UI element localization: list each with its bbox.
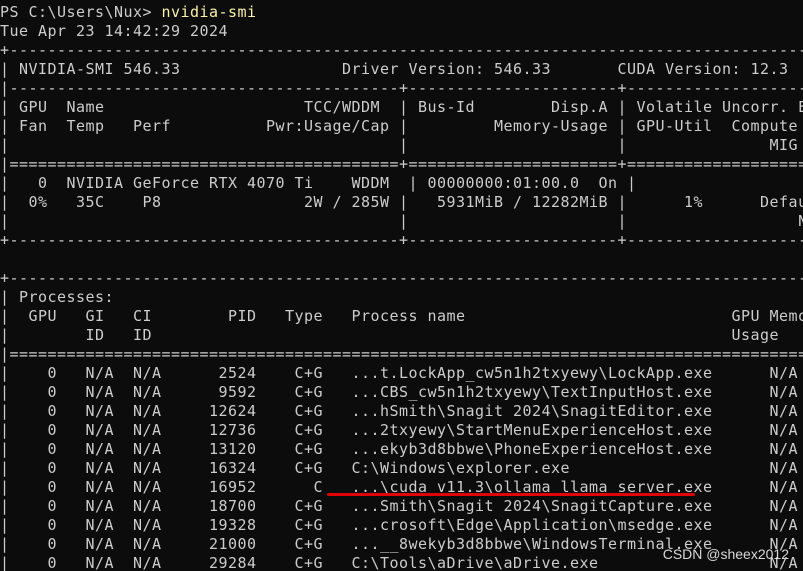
process-table-line: | ID ID Usage | — [0, 326, 803, 344]
gpu-table-line: +---------------------------------------… — [0, 41, 803, 59]
gpu-table-line: +---------------------------------------… — [0, 231, 803, 249]
gpu-table-line: | 0 NVIDIA GeForce RTX 4070 Ti WDDM | 00… — [0, 174, 803, 192]
timestamp-line: Tue Apr 23 14:42:29 2024 — [0, 22, 229, 40]
prompt-prefix: PS C:\Users\Nux> — [0, 3, 162, 21]
process-table-line: |=======================================… — [0, 345, 803, 363]
process-table-line: +---------------------------------------… — [0, 269, 803, 287]
prompt-line: PS C:\Users\Nux> nvidia-smi — [0, 3, 803, 22]
watermark-text: CSDN @sheex2012 — [662, 546, 789, 562]
process-row: | 0 N/A N/A 18700 C+G ...Smith\Snagit 20… — [0, 497, 803, 515]
command-text: nvidia-smi — [161, 3, 257, 21]
terminal-output: PS C:\Users\Nux> nvidia-smi Tue Apr 23 14… — [0, 3, 803, 571]
process-table-line: | GPU GI CI PID Type Process name GPU Me… — [0, 307, 803, 325]
process-row: | 0 N/A N/A 9592 C+G ...CBS_cw5n1h2txyew… — [0, 383, 803, 401]
process-row: | 0 N/A N/A 12736 C+G ...2txyewy\StartMe… — [0, 421, 803, 439]
red-underline-annotation — [327, 493, 695, 496]
process-row: | 0 N/A N/A 16324 C+G C:\Windows\explore… — [0, 459, 803, 477]
gpu-table-line: |=======================================… — [0, 155, 803, 173]
process-row: | 0 N/A N/A 19328 C+G ...crosoft\Edge\Ap… — [0, 516, 803, 534]
process-row: | 0 N/A N/A 13120 C+G ...ekyb3d8bbwe\Pho… — [0, 440, 803, 458]
gpu-table-line: | 0% 35C P8 2W / 285W | 5931MiB / 12282M… — [0, 193, 803, 211]
process-table-line: | Processes: | — [0, 288, 803, 306]
gpu-table-line: | GPU Name TCC/WDDM | Bus-Id Disp.A | Vo… — [0, 98, 803, 116]
gpu-table-line: | Fan Temp Perf Pwr:Usage/Cap | Memory-U… — [0, 117, 803, 135]
gpu-table-line: | | | MIG M. | — [0, 136, 803, 154]
terminal-window[interactable]: PS C:\Users\Nux> nvidia-smi Tue Apr 23 14… — [0, 0, 803, 571]
gpu-table-line: |---------------------------------------… — [0, 79, 803, 97]
process-row: | 0 N/A N/A 12624 C+G ...hSmith\Snagit 2… — [0, 402, 803, 420]
gpu-table-line: | NVIDIA-SMI 546.33 Driver Version: 546.… — [0, 60, 803, 78]
process-row: | 0 N/A N/A 2524 C+G ...t.LockApp_cw5n1h… — [0, 364, 803, 382]
gpu-table-line: | | | N/A | — [0, 212, 803, 230]
